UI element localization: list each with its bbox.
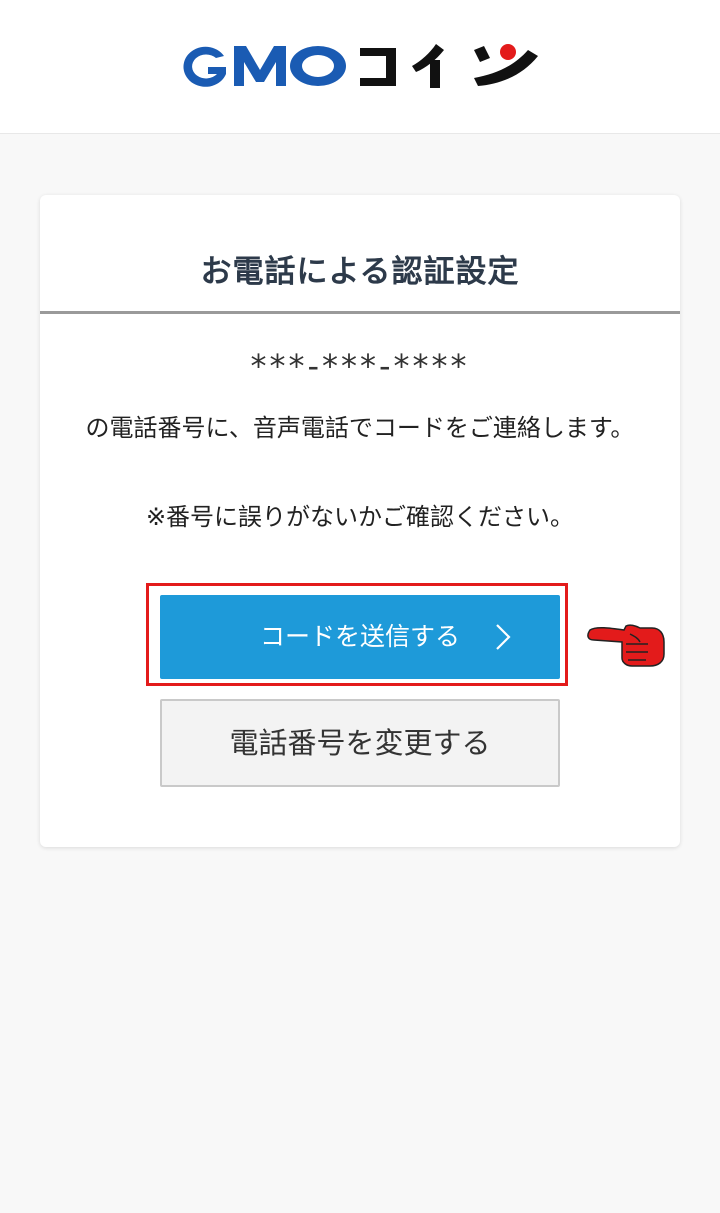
masked-phone-number: ***-***-**** <box>250 347 470 385</box>
logo-graphic <box>183 44 538 88</box>
pointing-hand-icon <box>587 624 665 667</box>
voice-call-message: の電話番号に、音声電話でコードをご連絡します。 <box>85 414 635 442</box>
chevron-right-icon <box>496 624 511 650</box>
change-phone-button[interactable]: 電話番号を変更する <box>160 699 560 787</box>
page-title: お電話による認証設定 <box>200 254 520 290</box>
send-code-button[interactable]: コードを送信する <box>160 595 560 679</box>
confirmation-note: ※番号に誤りがないかご確認ください。 <box>145 503 575 531</box>
gmo-coin-logo[interactable] <box>178 40 544 92</box>
app-header <box>0 0 720 134</box>
title-divider <box>40 311 680 314</box>
